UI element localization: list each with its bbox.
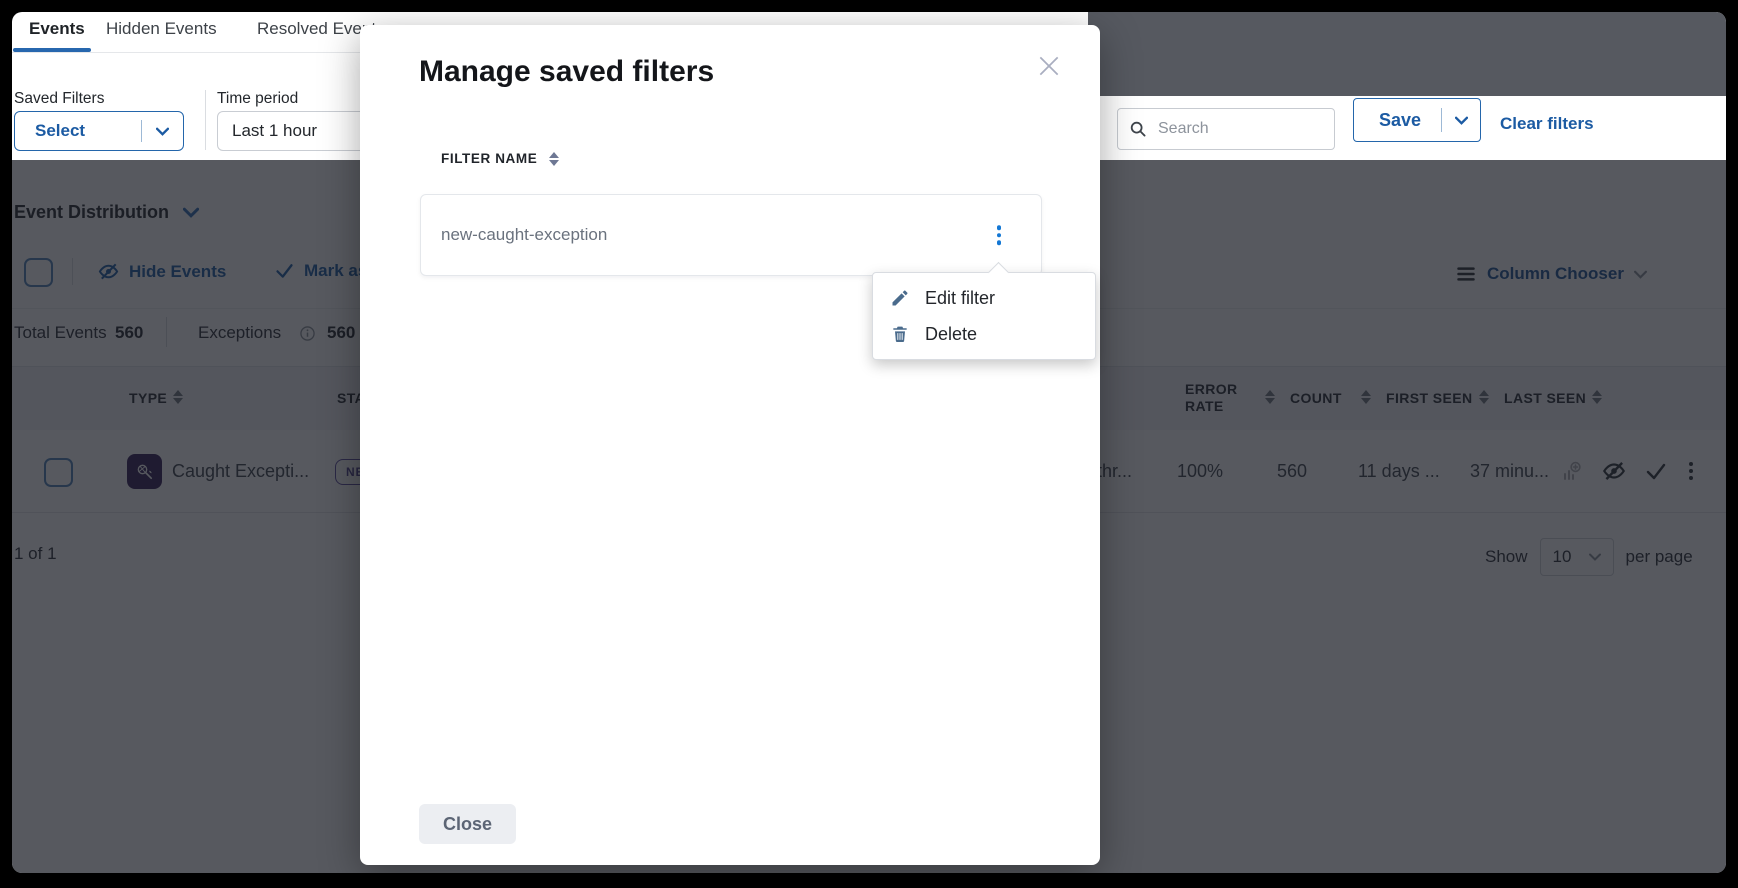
filter-name-header: FILTER NAME (441, 151, 537, 166)
saved-filters-label: Saved Filters (14, 90, 104, 108)
pencil-icon (890, 288, 910, 308)
saved-filters-value: Select (35, 121, 141, 141)
search-box (1117, 108, 1335, 150)
manage-saved-filters-modal: Manage saved filters FILTER NAME new-cau… (360, 25, 1100, 865)
clear-filters-link[interactable]: Clear filters (1500, 114, 1594, 134)
header-dim-region (1088, 12, 1726, 96)
close-button[interactable]: Close (419, 804, 516, 844)
chevron-down-icon[interactable] (1455, 116, 1468, 125)
sort-icon[interactable] (549, 152, 559, 166)
search-input[interactable] (1156, 119, 1310, 139)
filter-bar-divider (205, 90, 206, 150)
time-period-label: Time period (217, 90, 298, 108)
saved-filter-name: new-caught-exception (441, 195, 607, 275)
save-label: Save (1379, 110, 1441, 131)
saved-filter-row[interactable]: new-caught-exception (420, 194, 1042, 276)
trash-icon (890, 324, 910, 344)
delete-menu-item[interactable]: Delete (873, 316, 1095, 352)
tab-events[interactable]: Events (29, 19, 85, 39)
saved-filters-select[interactable]: Select (14, 111, 184, 151)
save-button[interactable]: Save (1353, 98, 1481, 142)
filter-actions-menu: Edit filter Delete (872, 272, 1096, 360)
delete-label: Delete (925, 324, 977, 345)
select-divider (141, 120, 142, 142)
save-split-divider (1441, 108, 1442, 132)
time-period-value: Last 1 hour (232, 121, 317, 141)
kebab-icon[interactable] (991, 219, 1008, 251)
close-icon[interactable] (1032, 49, 1066, 83)
modal-title: Manage saved filters (419, 55, 714, 89)
edit-filter-menu-item[interactable]: Edit filter (873, 280, 1095, 316)
chevron-down-icon (156, 127, 169, 136)
edit-filter-label: Edit filter (925, 288, 995, 309)
tab-hidden-events[interactable]: Hidden Events (106, 19, 217, 39)
search-icon (1129, 120, 1147, 138)
app-window: Events Hidden Events Resolved Events Sav… (0, 0, 1738, 888)
